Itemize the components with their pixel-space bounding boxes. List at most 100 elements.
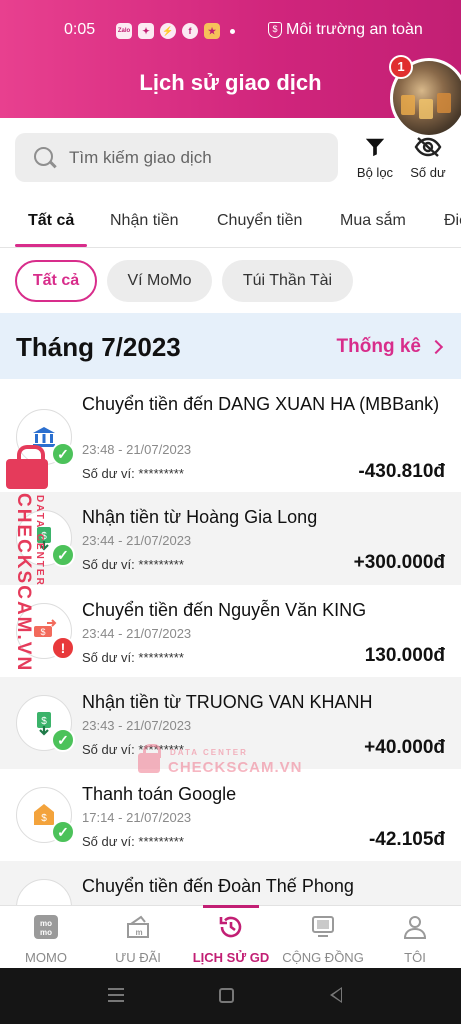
app-icon: ★ bbox=[204, 23, 220, 39]
transaction-row[interactable]: $ ✓ Thanh toán Google 17:14 - 21/07/2023… bbox=[0, 769, 461, 861]
transaction-balance: Số dư ví: ********* bbox=[82, 466, 184, 481]
messenger-icon: ⚡ bbox=[160, 23, 176, 39]
payment-tag-icon: $ ✓ bbox=[16, 787, 75, 844]
balance-label: Số dư bbox=[410, 165, 446, 180]
tab-transfer[interactable]: Chuyển tiền bbox=[217, 212, 302, 230]
transaction-balance: Số dư ví: ********* bbox=[82, 834, 184, 849]
statistics-link[interactable]: Thống kê bbox=[336, 336, 444, 358]
home-icon[interactable] bbox=[219, 988, 234, 1003]
tab-shopping[interactable]: Mua sắm bbox=[340, 212, 406, 230]
zalo-icon: Zalo bbox=[116, 23, 132, 39]
svg-text:$: $ bbox=[41, 813, 47, 824]
chip-than-tai[interactable]: Túi Thần Tài bbox=[222, 260, 353, 302]
month-header: Tháng 7/2023 Thống kê bbox=[0, 313, 461, 379]
transaction-balance: Số dư ví: ********* bbox=[82, 557, 184, 572]
transaction-balance: Số dư ví: ********* bbox=[82, 650, 184, 665]
eye-off-icon bbox=[414, 137, 442, 157]
category-tabs: Tất cả Nhận tiền Chuyển tiền Mua sắm Điệ… bbox=[0, 198, 461, 248]
success-check-icon: ✓ bbox=[51, 728, 75, 752]
game-controller-icon: ✦ bbox=[138, 23, 154, 39]
svg-text:$: $ bbox=[41, 716, 47, 727]
statistics-label: Thống kê bbox=[336, 336, 421, 357]
filter-label: Bộ lọc bbox=[356, 165, 394, 180]
transaction-title: Nhận tiền từ Hoàng Gia Long bbox=[82, 507, 318, 527]
search-input[interactable] bbox=[69, 147, 309, 168]
watermark-sub: DATA CENTER bbox=[34, 495, 45, 587]
chip-momo-wallet[interactable]: Ví MoMo bbox=[107, 260, 212, 302]
active-tab-indicator bbox=[15, 244, 87, 247]
transaction-row[interactable]: $ ✓ Nhận tiền từ Hoàng Gia Long 23:44 - … bbox=[0, 492, 461, 585]
notification-badge[interactable]: 1 bbox=[389, 55, 413, 79]
active-nav-indicator bbox=[203, 905, 259, 908]
nav-label: LỊCH SỬ GD bbox=[192, 950, 270, 965]
nav-label: MOMO bbox=[25, 950, 67, 965]
lock-icon bbox=[6, 445, 48, 489]
nav-history[interactable]: LỊCH SỬ GD bbox=[185, 906, 277, 969]
nav-label: ƯU ĐÃI bbox=[115, 950, 161, 965]
watermark-main: CHECKSCAM.VN bbox=[13, 493, 34, 673]
money-receive-icon: $ ✓ bbox=[16, 695, 75, 752]
transaction-amount: +300.000đ bbox=[353, 552, 445, 573]
svg-text:m: m bbox=[135, 928, 142, 937]
transaction-row[interactable]: $ ! Chuyển tiền đến Nguyễn Văn KING 23:4… bbox=[0, 585, 461, 677]
community-icon bbox=[312, 916, 334, 937]
system-navigation-bar bbox=[0, 968, 461, 1024]
transaction-time: 17:14 - 21/07/2023 bbox=[82, 810, 192, 825]
facebook-icon: f bbox=[182, 23, 198, 39]
status-bar: 0:05 Zalo ✦ ⚡ f ★ $ Môi trường an toàn bbox=[0, 20, 461, 42]
lock-icon bbox=[138, 744, 161, 773]
nav-label: CỘNG ĐỒNG bbox=[282, 950, 364, 965]
history-clock-icon bbox=[219, 916, 242, 938]
success-check-icon: ✓ bbox=[51, 820, 75, 844]
transaction-time: 23:44 - 21/07/2023 bbox=[82, 626, 192, 641]
nav-me[interactable]: TÔI bbox=[369, 906, 461, 969]
svg-text:mo: mo bbox=[40, 919, 52, 928]
tab-electricity[interactable]: Điện bbox=[444, 212, 461, 230]
filter-button[interactable]: Bộ lọc bbox=[352, 136, 398, 180]
nav-community[interactable]: CỘNG ĐỒNG bbox=[277, 906, 369, 969]
notification-icons: Zalo ✦ ⚡ f ★ bbox=[116, 23, 235, 39]
gift-tag-icon: m bbox=[127, 915, 149, 938]
tab-all[interactable]: Tất cả bbox=[28, 212, 74, 230]
back-icon[interactable] bbox=[330, 987, 342, 1003]
transaction-time: 23:44 - 21/07/2023 bbox=[82, 533, 192, 548]
search-icon bbox=[33, 146, 57, 170]
transaction-amount: -42.105đ bbox=[368, 829, 445, 850]
checkscam-watermark: CHECKSCAM.VN DATA CENTER bbox=[4, 445, 50, 672]
filter-icon bbox=[365, 138, 385, 157]
error-alert-icon: ! bbox=[51, 636, 75, 660]
transaction-time: 23:48 - 21/07/2023 bbox=[82, 442, 192, 457]
nav-offers[interactable]: m ƯU ĐÃI bbox=[92, 906, 184, 969]
shield-icon: $ bbox=[268, 22, 282, 38]
transaction-title: Chuyển tiền đến DANG XUAN HA (MBBank) bbox=[82, 394, 440, 414]
momo-logo-icon: momo bbox=[34, 915, 58, 939]
status-time: 0:05 bbox=[64, 21, 96, 38]
success-check-icon: ✓ bbox=[51, 543, 75, 567]
bottom-navigation: mo mo MOMO m ƯU ĐÃI LỊCH SỬ GD CỘNG ĐỒNG … bbox=[0, 905, 461, 968]
transaction-title: Chuyển tiền đến Nguyễn Văn KING bbox=[82, 600, 367, 620]
month-title: Tháng 7/2023 bbox=[16, 332, 181, 362]
transaction-row[interactable]: ✓ Chuyển tiền đến DANG XUAN HA (MBBank) … bbox=[0, 379, 461, 492]
person-icon bbox=[403, 916, 427, 939]
toggle-balance-button[interactable]: Số dư bbox=[406, 136, 450, 180]
transaction-title: Chuyển tiền đến Đoàn Thế Phong bbox=[82, 876, 354, 896]
transaction-amount: +40.000đ bbox=[364, 737, 445, 758]
chevron-right-icon bbox=[428, 339, 444, 355]
success-check-icon: ✓ bbox=[51, 442, 75, 466]
money-transfer-icon bbox=[16, 879, 72, 905]
checkscam-watermark-center: DATA CENTER CHECKSCAM.VN bbox=[138, 744, 302, 779]
svg-text:mo: mo bbox=[40, 928, 52, 937]
watermark-main: CHECKSCAM.VN bbox=[168, 759, 303, 776]
chip-all[interactable]: Tất cả bbox=[15, 260, 97, 302]
safe-environment[interactable]: $ Môi trường an toàn bbox=[268, 21, 423, 39]
transaction-time: 23:43 - 21/07/2023 bbox=[82, 718, 192, 733]
nav-momo[interactable]: mo mo MOMO bbox=[0, 906, 92, 969]
transaction-title: Thanh toán Google bbox=[82, 784, 237, 804]
search-bar[interactable] bbox=[15, 133, 338, 182]
transaction-row[interactable]: Chuyển tiền đến Đoàn Thế Phong bbox=[0, 861, 461, 905]
tab-receive[interactable]: Nhận tiền bbox=[110, 212, 179, 230]
transaction-amount: -430.810đ bbox=[358, 461, 445, 482]
watermark-sub: DATA CENTER bbox=[170, 748, 248, 757]
more-dot-icon bbox=[230, 29, 235, 34]
menu-icon[interactable] bbox=[108, 988, 124, 1002]
